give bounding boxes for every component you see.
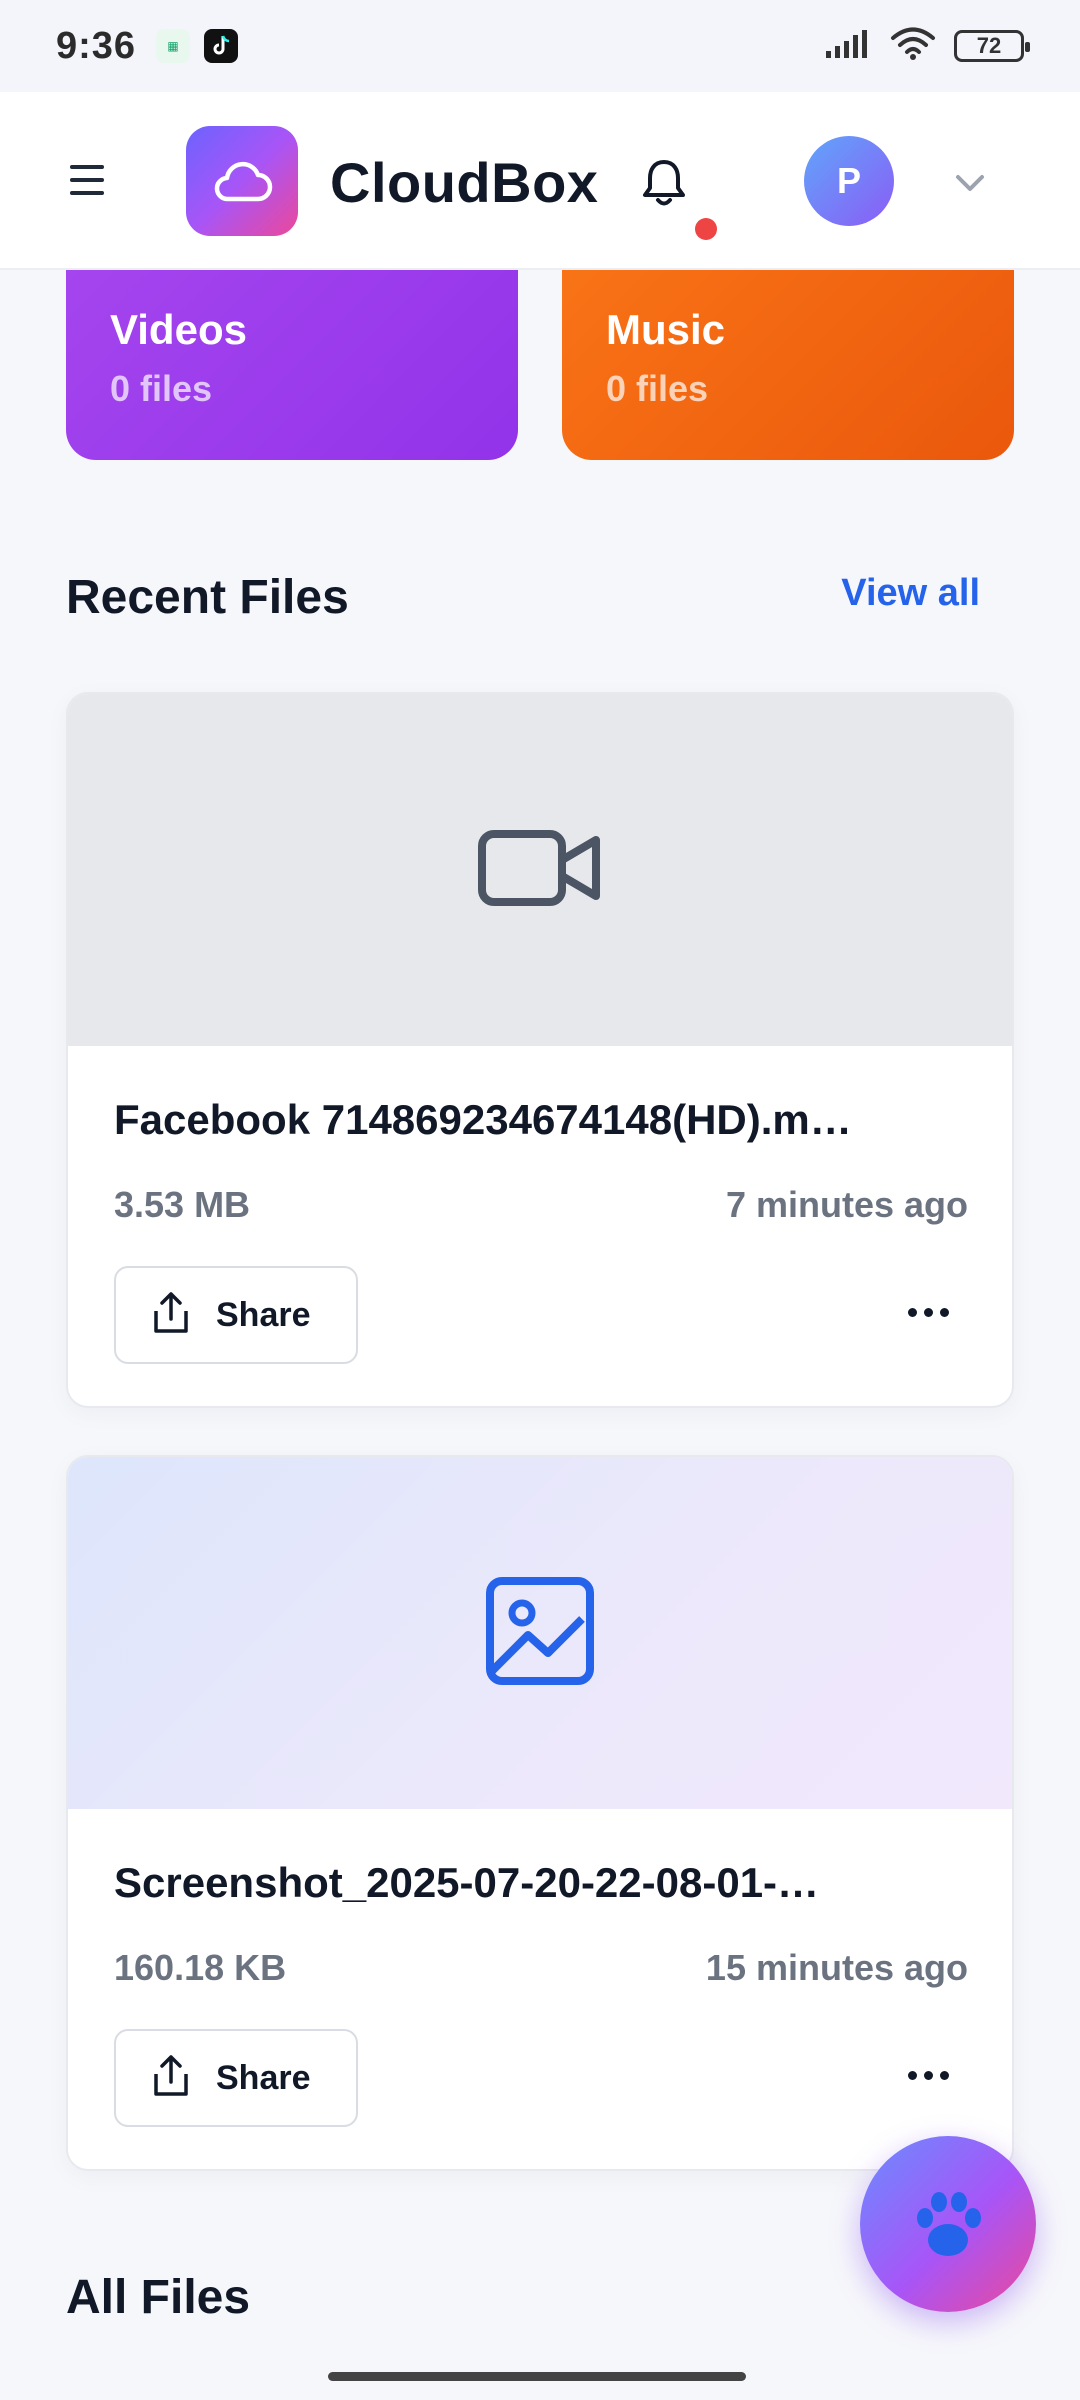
tiktok-icon	[204, 29, 239, 63]
share-button[interactable]: Share	[114, 2029, 358, 2127]
category-title: Videos	[110, 306, 247, 353]
file-modified-time: 15 minutes ago	[705, 1947, 968, 1988]
game-mode-icon: ▦	[156, 29, 191, 63]
chevron-down-icon[interactable]	[950, 168, 990, 198]
file-modified-time: 7 minutes ago	[725, 1184, 968, 1225]
recent-files-heading: Recent Files	[66, 571, 349, 624]
file-name: Screenshot_2025-07-20-22-08-01-…	[114, 1859, 820, 1906]
category-card-videos[interactable]: Videos 0 files	[66, 270, 518, 460]
share-label: Share	[216, 1295, 311, 1334]
paw-icon[interactable]	[860, 2136, 1036, 2312]
category-count: 0 files	[606, 368, 709, 409]
menu-icon-line	[70, 178, 104, 182]
menu-icon-line	[70, 191, 104, 195]
category-count: 0 files	[110, 368, 213, 409]
share-button[interactable]: Share	[114, 1266, 358, 1364]
file-thumbnail	[68, 694, 1012, 1046]
avatar[interactable]: P	[804, 136, 894, 226]
cloud-logo-icon	[186, 126, 298, 236]
wifi-icon	[890, 27, 936, 66]
notification-badge	[695, 218, 717, 240]
cellular-signal-icon	[824, 29, 872, 64]
video-camera-icon	[478, 828, 602, 913]
image-icon	[484, 1575, 596, 1692]
file-card[interactable]: Screenshot_2025-07-20-22-08-01-… 160.18 …	[66, 1455, 1014, 2171]
status-bar: 9:36 ▦ 72	[0, 0, 1080, 92]
app-title: CloudBox	[330, 151, 599, 214]
home-indicator[interactable]	[328, 2372, 746, 2381]
file-thumbnail	[68, 1457, 1012, 1809]
file-card[interactable]: Facebook 714869234674148(HD).m… 3.53 MB …	[66, 692, 1014, 1408]
app-header: CloudBox P	[0, 92, 1080, 270]
more-options-icon[interactable]	[898, 1292, 958, 1332]
more-options-icon[interactable]	[898, 2055, 958, 2095]
share-icon	[152, 2054, 190, 2103]
menu-button[interactable]	[70, 154, 130, 206]
file-name: Facebook 714869234674148(HD).m…	[114, 1096, 852, 1143]
share-label: Share	[216, 2058, 311, 2097]
view-all-link[interactable]: View all	[841, 572, 980, 615]
all-files-heading: All Files	[66, 2271, 251, 2324]
file-size: 3.53 MB	[114, 1184, 251, 1225]
category-card-music[interactable]: Music 0 files	[562, 270, 1014, 460]
category-title: Music	[606, 306, 726, 353]
file-size: 160.18 KB	[114, 1947, 287, 1988]
menu-icon-line	[70, 165, 104, 169]
battery-icon: 72	[954, 30, 1030, 62]
notification-bell-icon[interactable]	[636, 152, 692, 212]
share-icon	[152, 1291, 190, 1340]
status-time: 9:36	[56, 24, 137, 67]
